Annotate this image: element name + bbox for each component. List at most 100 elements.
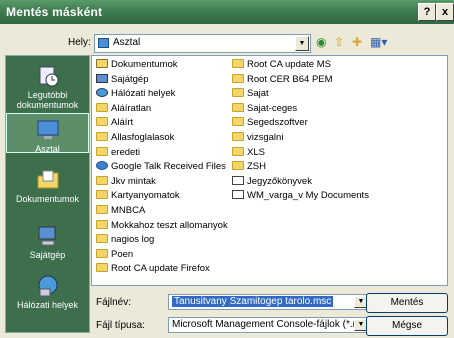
folder-icon <box>232 161 244 171</box>
filename-label: Fájlnév: <box>96 297 132 308</box>
list-item[interactable]: MNBCA <box>96 205 145 216</box>
list-item-label: Sajat <box>247 88 269 100</box>
help-button[interactable]: ? <box>418 3 436 21</box>
list-item-label: Root CA update Firefox <box>111 263 210 275</box>
list-item-label: nagios log <box>111 234 155 246</box>
list-item[interactable]: Segedszoftver <box>232 117 308 128</box>
close-button[interactable]: x <box>436 3 454 21</box>
list-item[interactable]: Aláíratlan <box>96 102 152 114</box>
list-item-label: Jegyzőkönyvek <box>247 175 312 187</box>
place-computer[interactable]: Sajátgép <box>6 224 89 260</box>
list-item[interactable]: vizsgalni <box>232 132 283 143</box>
folder-icon <box>96 234 108 244</box>
folder-icon <box>96 146 108 156</box>
title-bar: Mentés másként ? x <box>0 0 454 24</box>
list-item-label: Aláíratlan <box>111 102 152 114</box>
folder-icon <box>232 102 244 112</box>
back-icon[interactable]: ◉ <box>316 34 326 50</box>
folder-icon <box>232 132 244 141</box>
list-item[interactable]: Allasfoglalasok <box>96 132 174 143</box>
location-combo[interactable]: Asztal ▼ <box>94 34 311 53</box>
documents-folder-icon <box>96 59 108 68</box>
list-item-label: Mokkahoz teszt allomanyok <box>111 219 228 231</box>
list-item[interactable]: Root CER B64 PEM <box>232 73 333 85</box>
list-item-label: eredeti <box>111 146 141 158</box>
list-item[interactable]: Jegyzőkönyvek <box>232 175 312 187</box>
place-documents[interactable]: Dokumentumok <box>6 168 89 204</box>
places-bar: Legutóbbi dokumentumok Asztal Dokumentum… <box>5 55 90 333</box>
place-recent[interactable]: Legutóbbi dokumentumok <box>6 64 89 110</box>
special-folder-icon <box>96 161 108 171</box>
list-item[interactable]: eredeti <box>96 146 141 158</box>
place-network[interactable]: Hálózati helyek <box>6 274 89 310</box>
dialog-title: Mentés másként <box>6 5 103 19</box>
list-item[interactable]: Kartyanyomatok <box>96 190 180 201</box>
folder-icon <box>232 59 244 68</box>
folder-icon <box>232 146 244 156</box>
location-label: Hely: <box>68 37 91 48</box>
folder-icon <box>96 132 108 141</box>
view-menu-icon[interactable]: ▦▾ <box>370 34 387 50</box>
cancel-button[interactable]: Mégse <box>366 316 448 336</box>
list-item-label: Root CA update MS <box>247 59 331 70</box>
recent-documents-icon <box>39 66 58 87</box>
list-item-label: vizsgalni <box>247 132 284 143</box>
network-icon <box>96 88 108 98</box>
list-item-label: XLS <box>247 146 265 158</box>
save-button[interactable]: Mentés <box>366 293 448 313</box>
list-item[interactable]: WM_varga_v My Documents <box>232 190 369 201</box>
list-item[interactable]: Poen <box>96 248 133 260</box>
list-item-label: Google Talk Received Files <box>111 161 226 173</box>
list-item[interactable]: Sajat-ceges <box>232 102 298 114</box>
shortcut-icon <box>232 175 244 185</box>
network-icon <box>38 275 57 297</box>
up-folder-icon[interactable]: ⇧ <box>334 34 344 50</box>
chevron-down-icon[interactable]: ▼ <box>295 36 309 51</box>
shortcut-icon <box>232 190 244 200</box>
place-label: Legutóbbi dokumentumok <box>16 90 79 110</box>
folder-icon <box>232 117 244 127</box>
list-item-label: Kartyanyomatok <box>111 190 180 202</box>
place-desktop[interactable]: Asztal <box>6 113 89 154</box>
desktop-icon <box>98 38 109 48</box>
list-item[interactable]: Root CA update MS <box>232 59 331 70</box>
folder-icon <box>96 117 108 127</box>
folder-icon <box>96 175 108 185</box>
computer-icon <box>96 73 108 83</box>
list-item-label: MNBCA <box>111 205 146 216</box>
list-item[interactable]: Google Talk Received Files <box>96 161 226 172</box>
list-item-label: Sajat-ceges <box>247 102 298 114</box>
folder-icon <box>96 190 108 200</box>
file-list[interactable]: Dokumentumok Sajátgép Hálózati helyek Aláír… <box>91 55 448 286</box>
filetype-select[interactable]: Microsoft Management Console-fájlok (*.m… <box>168 317 374 333</box>
folder-icon <box>96 263 108 273</box>
list-item[interactable]: Root CA update Firefox <box>96 263 210 274</box>
list-item-label: Root CER B64 PEM <box>247 73 333 85</box>
list-item[interactable]: Aláírt <box>96 117 133 128</box>
list-item[interactable]: Mokkahoz teszt allomanyok <box>96 219 228 231</box>
folder-icon <box>96 248 108 258</box>
list-item-label: Hálózati helyek <box>111 88 176 100</box>
list-item[interactable]: Sajat <box>232 88 269 99</box>
list-item[interactable]: nagios log <box>96 234 154 245</box>
list-item[interactable]: Hálózati helyek <box>96 88 175 99</box>
folder-icon <box>232 88 244 98</box>
list-item-label: WM_varga_v My Documents <box>247 190 369 202</box>
list-item[interactable]: Dokumentumok <box>96 59 178 70</box>
desktop-icon <box>37 120 58 139</box>
list-item-label: Dokumentumok <box>111 59 178 70</box>
filename-input[interactable]: Tanusitvany Szamitogep tarolo.msc ▼ <box>168 294 370 310</box>
filetype-label: Fájl típusa: <box>96 320 145 331</box>
new-folder-icon[interactable]: ✚ <box>352 34 362 50</box>
list-item[interactable]: Jkv mintak <box>96 175 156 187</box>
place-label: Asztal <box>35 144 60 154</box>
list-item-label: Jkv mintak <box>111 175 156 187</box>
filename-value: Tanusitvany Szamitogep tarolo.msc <box>172 296 334 307</box>
place-label: Hálózati helyek <box>16 300 79 310</box>
list-item-label: Segedszoftver <box>247 117 308 129</box>
computer-icon <box>38 226 55 246</box>
list-item[interactable]: Sajátgép <box>96 73 149 85</box>
list-item[interactable]: ZSH <box>232 161 266 172</box>
folder-icon <box>96 219 108 229</box>
list-item[interactable]: XLS <box>232 146 265 158</box>
